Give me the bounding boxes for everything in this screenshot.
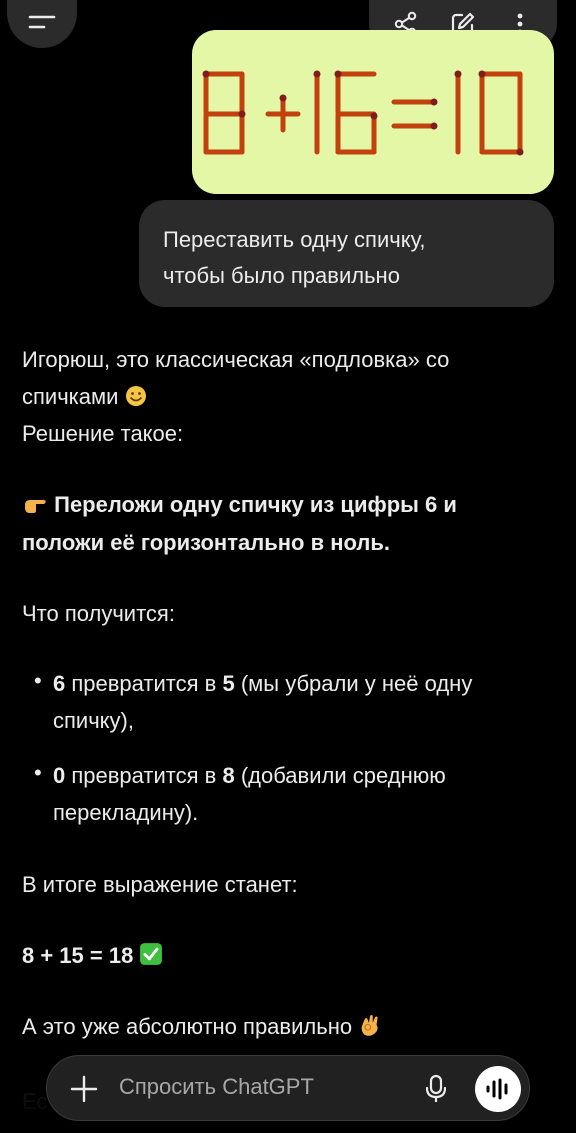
menu-button[interactable] (7, 0, 77, 48)
assistant-bold-text: Переложи одну спичку из цифры 6 и (54, 492, 457, 517)
voice-mode-icon[interactable] (475, 1066, 521, 1112)
ok-hand-emoji-icon (361, 1015, 378, 1036)
list-item-continuation: спичку), (53, 708, 134, 733)
prompt-input[interactable]: Спросить ChatGPT (119, 1074, 314, 1100)
assistant-text: Решение такое: (22, 421, 184, 446)
list-item: 0 превратится в 8 (добавили среднюю (53, 758, 446, 794)
assistant-text: Игорюш, это классическая «подловка» со (22, 347, 450, 372)
assistant-bold-text: положи её горизонтально в ноль. (22, 530, 390, 555)
list-item-continuation: перекладину). (53, 800, 199, 825)
pointing-hand-emoji-icon (25, 499, 46, 513)
assistant-bold-text: Переложи одну спичку из цифры 6 и (22, 487, 457, 523)
list-item-text: (добавили среднюю (234, 763, 446, 788)
assistant-text: Что получится: (22, 601, 175, 626)
bullet-dot: • (34, 760, 42, 785)
assistant-text: А это уже абсолютно правильно (22, 1014, 353, 1039)
composer: Спросить ChatGPT (46, 1055, 530, 1121)
list-item-text: превратится в (65, 671, 223, 696)
bullet-dot: • (34, 668, 42, 693)
smile-emoji-icon (125, 386, 146, 406)
list-item: 6 превратится в 5 (мы убрали у неё одну (53, 666, 472, 702)
equation-line: 8 + 15 = 18 (22, 938, 163, 974)
plus-icon[interactable] (69, 1074, 99, 1109)
list-item-bold: 6 (53, 671, 66, 696)
equation-text: 8 + 15 = 18 (22, 943, 134, 968)
list-item-text: превратится в (65, 763, 223, 788)
menu-icon (28, 12, 56, 37)
user-message-line: чтобы было правильно (163, 263, 400, 288)
assistant-text-with-emoji: спичками (22, 379, 147, 415)
matchstick-equation-drawing (202, 70, 524, 156)
check-mark-emoji-icon (140, 943, 163, 965)
list-item-bold: 0 (53, 763, 66, 788)
microphone-icon[interactable] (425, 1074, 447, 1109)
user-message-line: Переставить одну спичку, (163, 227, 426, 252)
assistant-text: В итоге выражение станет: (22, 872, 298, 897)
matchstick-puzzle-image[interactable] (192, 30, 554, 194)
list-item-bold: 8 (222, 763, 235, 788)
assistant-text: спичками (22, 384, 119, 409)
list-item-text: (мы убрали у неё одну (234, 671, 473, 696)
list-item-bold: 5 (222, 671, 235, 696)
user-message-bubble: Переставить одну спичку, чтобы было прав… (139, 200, 554, 307)
